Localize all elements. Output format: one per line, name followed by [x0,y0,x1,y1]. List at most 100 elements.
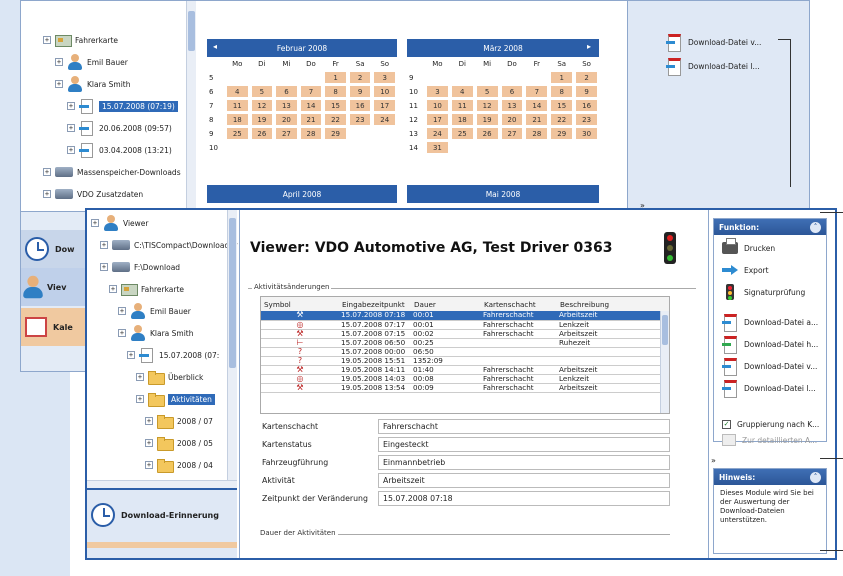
calendar-day[interactable]: 19 [476,114,498,125]
table-row[interactable]: ◎ 15.07.2008 07:17 00:01 Fahrerschacht Lenkz… [261,320,669,330]
calendar-day[interactable]: 13 [501,100,523,111]
tree-node[interactable]: +15.07.2008 (07: [91,344,237,366]
expand-toggle-icon[interactable]: + [145,439,153,447]
tree-node[interactable]: + Emil Bauer [31,51,181,73]
calendar-day[interactable]: 11 [227,100,248,111]
calendar-day[interactable]: 22 [551,114,573,125]
tree-node[interactable]: + Viewer [91,212,237,234]
tree-node[interactable]: + Überblick [91,366,237,388]
collapse-function-button[interactable]: ˄ [810,221,821,233]
calendar-day[interactable]: 1 [551,72,573,83]
calendar-day[interactable]: 16 [349,100,371,111]
calendar-day[interactable]: 4 [451,86,473,97]
calendar-day[interactable]: 24 [374,114,395,125]
calendar-day[interactable]: 18 [227,114,248,125]
calendar-day[interactable]: 28 [526,128,548,139]
calendar-day[interactable]: 5 [251,86,273,97]
calendar-day[interactable]: 25 [227,128,248,139]
download-file-item[interactable]: Download-Datei l... [666,55,760,77]
calendar-day[interactable]: 9 [349,86,371,97]
column-header-duration[interactable]: Dauer [411,297,481,311]
column-header-description[interactable]: Beschreibung [557,297,669,311]
prev-month-icon[interactable]: ◂ [213,42,217,51]
expand-toggle-icon[interactable]: + [55,80,63,88]
calendar-day[interactable]: 20 [276,114,297,125]
expand-toggle-icon[interactable]: + [43,36,51,44]
expand-toggle-icon[interactable]: + [127,351,135,359]
calendar-day[interactable]: 23 [349,114,371,125]
calendar-day[interactable]: 21 [526,114,548,125]
column-header-slot[interactable]: Kartenschacht [481,297,557,311]
calendar-day[interactable]: 23 [576,114,597,125]
tree-node[interactable]: + Aktivitäten [91,388,237,410]
table-scrollbar[interactable] [660,311,669,413]
calendar-day[interactable]: 15 [551,100,573,111]
calendar-day[interactable]: 2 [349,72,371,83]
detailed-view-item[interactable]: Zur detaillierten A... [722,431,817,449]
calendar-day[interactable]: 8 [551,86,573,97]
expand-toggle-icon[interactable]: + [100,241,108,249]
function-item[interactable]: Signaturprüfung [722,281,818,303]
download-file-item[interactable]: Download-Datei v... [666,31,761,53]
next-month-icon[interactable]: ▸ [587,42,591,51]
function-item[interactable]: Download-Datei a... [722,311,818,333]
expand-toggle-icon[interactable]: + [118,329,126,337]
calendar-day[interactable]: 14 [526,100,548,111]
calendar-day[interactable]: 29 [325,128,346,139]
calendar-day[interactable]: 18 [451,114,473,125]
calendar-day[interactable]: 25 [451,128,473,139]
expand-toggle-icon[interactable]: + [136,373,144,381]
calendar-day[interactable]: 20 [501,114,523,125]
calendar-day[interactable]: 6 [501,86,523,97]
calendar-day[interactable]: 31 [427,142,448,153]
calendar-day[interactable]: 1 [325,72,346,83]
table-row[interactable]: ? 15.07.2008 00:00 06:50 [261,347,669,357]
calendar-day[interactable]: 29 [551,128,573,139]
calendar-day[interactable]: 7 [300,86,322,97]
function-item[interactable]: Download-Datei l... [722,377,818,399]
calendar-day[interactable]: 27 [501,128,523,139]
calendar-day[interactable]: 21 [300,114,322,125]
calendar-day[interactable]: 5 [476,86,498,97]
calendar-day[interactable]: 24 [427,128,448,139]
calendar-day[interactable]: 9 [576,86,597,97]
tree-node[interactable]: + Massenspeicher-Downloads [31,161,181,183]
tree-node[interactable]: + Klara Smith [91,322,237,344]
function-item[interactable]: Download-Datei h... [722,333,818,355]
tree-node[interactable]: + F:\Download [91,256,237,278]
calendar-day[interactable]: 14 [300,100,322,111]
expand-toggle-icon[interactable]: + [91,219,99,227]
table-row[interactable]: ⊢ 15.07.2008 06:50 00:25 Ruhezeit [261,338,669,348]
calendar-day[interactable]: 3 [427,86,448,97]
calendar-day[interactable]: 27 [276,128,297,139]
table-row[interactable]: ⚒ 15.07.2008 07:15 00:02 Fahrerschacht Arbei… [261,329,669,339]
calendar-day[interactable]: 13 [276,100,297,111]
calendar-day[interactable]: 15 [325,100,346,111]
expand-toggle-icon[interactable]: + [118,307,126,315]
tree-node[interactable]: +20.06.2008 (09:57) [31,117,181,139]
tree-node[interactable]: + Emil Bauer [91,300,237,322]
table-row[interactable]: ◎ 19.05.2008 14:03 00:08 Fahrerschacht Lenkz… [261,374,669,384]
calendar-day[interactable]: 10 [427,100,448,111]
expand-toggle-icon[interactable]: + [43,190,51,198]
calendar-day[interactable]: 8 [325,86,346,97]
calendar-day[interactable]: 3 [374,72,395,83]
calendar-day[interactable]: 22 [325,114,346,125]
expand-toggle-icon[interactable]: + [100,263,108,271]
table-row[interactable]: ? 19.05.2008 15:51 1352:09 [261,356,669,366]
function-item[interactable]: Drucken [722,237,818,259]
expand-toggle-icon[interactable]: + [67,146,75,154]
calendar-day[interactable]: 30 [576,128,597,139]
calendar-day[interactable]: 11 [451,100,473,111]
calendar-day[interactable]: 12 [251,100,273,111]
calendar-day[interactable]: 26 [251,128,273,139]
column-header-time[interactable]: Eingabezeitpunkt [339,297,411,311]
expand-toggle-icon[interactable]: + [145,417,153,425]
table-row[interactable]: ⚒ 19.05.2008 13:54 00:09 Fahrerschacht Arbei… [261,383,669,393]
expand-toggle-icon[interactable]: + [67,102,75,110]
calendar-day[interactable]: 4 [227,86,248,97]
calendar-day[interactable]: 12 [476,100,498,111]
tree-node[interactable]: + VDO Zusatzdaten [31,183,181,205]
calendar-day[interactable]: 16 [576,100,597,111]
nav-download-reminder[interactable]: Download-Erinnerung [87,496,237,534]
